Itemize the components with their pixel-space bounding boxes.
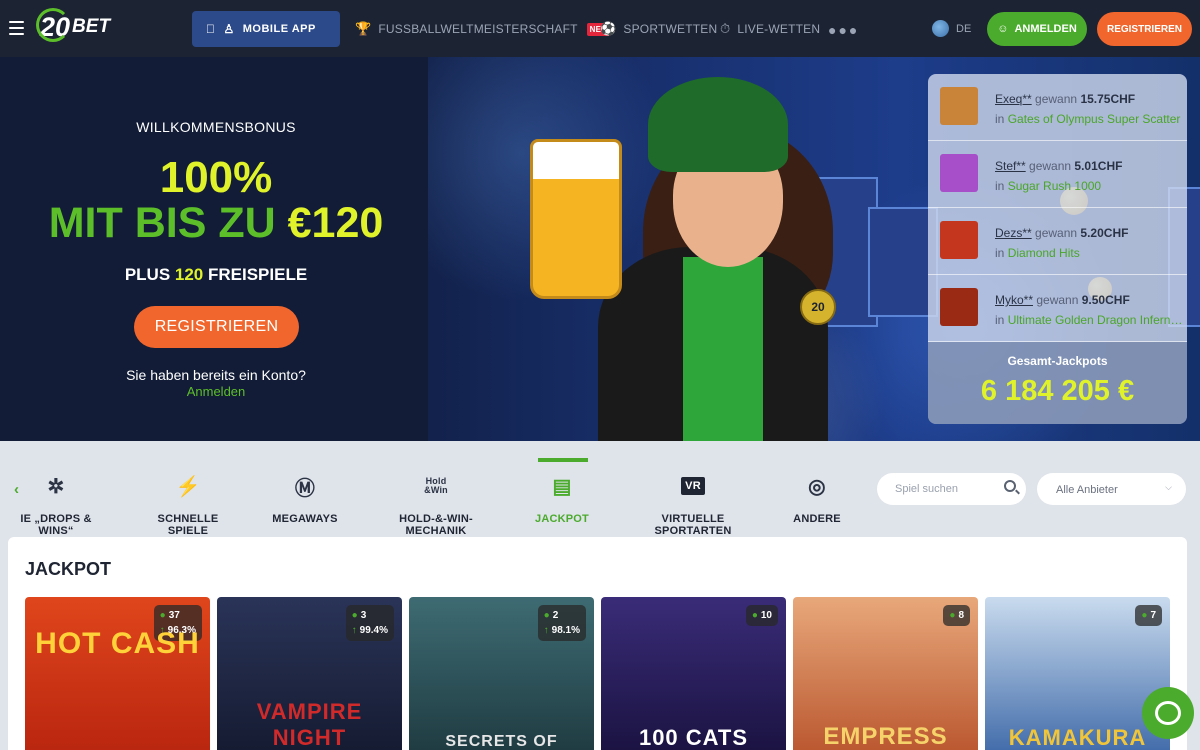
winner-row[interactable]: Exeq** gewann 15.75CHF in Gates of Olymp… [928, 74, 1187, 141]
players-badge: ● 8 [943, 605, 970, 626]
top-header: 20 BET  ♙ MOBILE APP 🏆 FUSSBALLWELTMEIS… [0, 0, 1200, 57]
nav-live[interactable]: ⏱ LIVE-WETTEN [720, 21, 820, 37]
game-tile[interactable]: ● 10 100 CATS [601, 597, 786, 750]
nav-sports[interactable]: ⚽ SPORTWETTEN [600, 21, 717, 37]
players-badge: ● 3 ↑ 99.4% [345, 605, 394, 641]
category-megaways[interactable]: Ⓜ MEGAWAYS [260, 471, 350, 526]
game-tile[interactable]: ● 8 EMPRESS [793, 597, 978, 750]
search-icon[interactable] [1004, 480, 1016, 492]
stopwatch-icon: ⏱ [720, 21, 731, 36]
search-input[interactable]: Spiel suchen [877, 473, 1026, 505]
free-spins: PLUS 120 FREISPIELE [124, 265, 308, 284]
globe-icon [932, 20, 949, 37]
category-bar: ‹ ✲ IE „DROPS & WINS“ ⚡ SCHNELLE SPIELE … [0, 441, 1200, 537]
android-icon: ♙ [214, 22, 235, 36]
winner-row[interactable]: Myko** gewann 9.50CHF in Ultimate Golden… [928, 275, 1187, 342]
soccer-ball-icon: ⚽ [600, 21, 617, 36]
category-other[interactable]: ◎ ANDERE [784, 471, 850, 526]
badge-20-icon: 20 [800, 289, 836, 325]
menu-icon[interactable] [9, 21, 24, 35]
logo[interactable]: 20 BET [36, 7, 110, 45]
recent-winners-panel: Exeq** gewann 15.75CHF in Gates of Olymp… [928, 74, 1187, 424]
apple-icon:  [206, 22, 216, 36]
hold-win-icon: Hold &Win [424, 476, 448, 495]
user-icon: ☺ [997, 23, 1009, 35]
login-button[interactable]: ☺ ANMELDEN [987, 12, 1087, 46]
welcome-label: WILLKOMMENSBONUS [136, 119, 296, 135]
category-fast-games[interactable]: ⚡ SCHNELLE SPIELE [138, 471, 238, 538]
chevron-down-icon: ⌵ [1165, 482, 1172, 492]
vr-icon: VR [626, 471, 760, 501]
category-drops-wins[interactable]: ✲ IE „DROPS & WINS“ [6, 471, 106, 538]
category-hold-win[interactable]: Hold &Win HOLD-&-WIN-MECHANIK [372, 471, 500, 538]
players-badge: ● 7 [1135, 605, 1162, 626]
game-thumbnail [940, 154, 978, 192]
game-tile[interactable]: ● 37 ↑ 96.3% HOT CASH [25, 597, 210, 750]
have-account-text: Sie haben bereits ein Konto? [126, 367, 306, 383]
jackpot-icon: ▤ [552, 475, 572, 498]
bonus-amount: MIT BIS ZU €120 [48, 199, 384, 247]
more-icon[interactable]: ●●● [828, 22, 859, 38]
language-selector[interactable]: DE [932, 20, 971, 37]
game-thumbnail [940, 221, 978, 259]
active-indicator [538, 458, 588, 462]
other-icon: ◎ [808, 475, 826, 498]
jackpot-section: JACKPOT ● 37 ↑ 96.3% HOT CASH ● 3 ↑ 99.4% VAMP… [8, 537, 1187, 750]
winner-row[interactable]: Stef** gewann 5.01CHF in Sugar Rush 1000 [928, 141, 1187, 208]
total-jackpot: Gesamt-Jackpots 6 184 205 € [928, 342, 1187, 424]
mobile-app-button[interactable]:  ♙ MOBILE APP [192, 11, 340, 47]
category-jackpot[interactable]: ▤ JACKPOT [524, 471, 600, 526]
category-virtual-sports[interactable]: VR VIRTUELLE SPORTARTEN [626, 471, 760, 537]
winner-row[interactable]: Dezs** gewann 5.20CHF in Diamond Hits [928, 208, 1187, 275]
game-thumbnail [940, 87, 978, 125]
game-tile[interactable]: ● 3 ↑ 99.4% VAMPIRE NIGHT [217, 597, 402, 750]
game-thumbnail [940, 288, 978, 326]
provider-select[interactable]: Alle Anbieter ⌵ [1037, 473, 1186, 505]
beer-mug-icon [530, 139, 622, 299]
chat-icon [1155, 701, 1181, 725]
register-button[interactable]: REGISTRIEREN [1097, 12, 1192, 46]
players-badge: ● 2 ↑ 98.1% [537, 605, 586, 641]
bonus-percent: 100% [159, 153, 273, 202]
nav-world-cup[interactable]: 🏆 FUSSBALLWELTMEISTERSCHAFT NEU [355, 21, 611, 37]
hero-banner: WILLKOMMENSBONUS 100% MIT BIS ZU €120 PL… [0, 57, 1200, 441]
game-tile[interactable]: ● 2 ↑ 98.1% SECRETS OF [409, 597, 594, 750]
drops-wins-icon: ✲ [47, 475, 65, 498]
signin-link[interactable]: Anmelden [0, 384, 432, 399]
live-chat-button[interactable] [1142, 687, 1194, 739]
lightning-icon: ⚡ [175, 475, 201, 498]
hero-register-button[interactable]: REGISTRIEREN [134, 306, 299, 348]
players-badge: ● 10 [745, 605, 778, 626]
trophy-icon: 🏆 [355, 21, 372, 36]
megaways-icon: Ⓜ [294, 477, 316, 500]
section-title: JACKPOT [25, 559, 112, 579]
game-tile[interactable]: ● 7 KAMAKURA [985, 597, 1170, 750]
